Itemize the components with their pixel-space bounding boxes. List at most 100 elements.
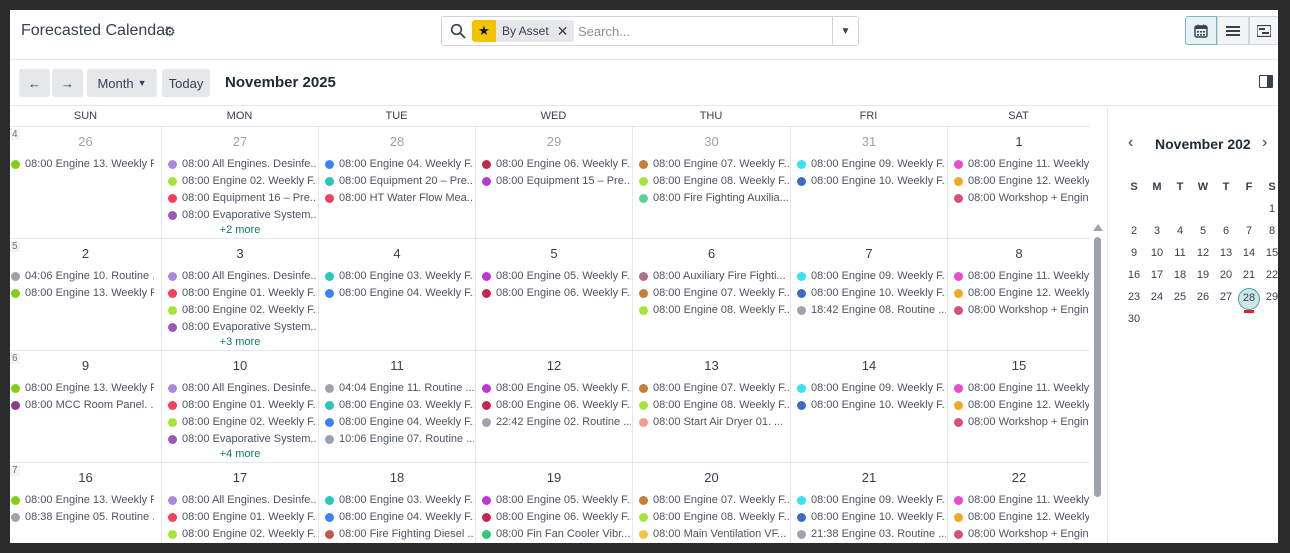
calendar-event[interactable]: 08:00 All Engines. Desinfe... (168, 492, 317, 508)
day-number[interactable]: 1 (948, 134, 1090, 149)
calendar-event[interactable]: 08:00 Evaporative System.... (168, 319, 317, 335)
calendar-event[interactable]: 08:00 Equipment 20 – Pre... (325, 173, 474, 189)
mini-day[interactable]: 11 (1170, 247, 1190, 259)
mini-day[interactable]: 26 (1193, 291, 1213, 303)
calendar-event[interactable]: 08:00 Engine 02. Weekly F... (168, 414, 317, 430)
mini-day[interactable]: 2 (1124, 225, 1144, 237)
more-events-link[interactable]: +4 more (162, 448, 318, 460)
day-cell[interactable]: 19 08:00 Engine 05. Weekly F... 08:00 Engi… (475, 463, 632, 543)
day-cell[interactable]: 26 08:00 Engine 13. Weekly F... (10, 127, 161, 239)
calendar-event[interactable]: 08:00 Engine 06. Weekly F... (482, 156, 631, 172)
more-events-link[interactable]: +3 more (162, 336, 318, 348)
calendar-event[interactable]: 08:00 Engine 10. Weekly F... (797, 285, 946, 301)
day-cell[interactable]: 20 08:00 Engine 07. Weekly F... 08:00 Engi… (632, 463, 790, 543)
day-number[interactable]: 29 (476, 134, 632, 149)
calendar-event[interactable]: 08:00 Engine 12. Weekly F (954, 397, 1089, 413)
view-gantt-button[interactable] (1249, 16, 1278, 45)
day-cell[interactable]: 7 08:00 Engine 09. Weekly F... 08:00 Engin… (790, 239, 947, 351)
day-number[interactable]: 6 (633, 246, 790, 261)
calendar-event[interactable]: 08:00 Engine 06. Weekly F... (482, 397, 631, 413)
calendar-event[interactable]: 08:00 Engine 05. Weekly F... (482, 380, 631, 396)
calendar-event[interactable]: 08:00 HT Water Flow Mea... (325, 190, 474, 206)
calendar-event[interactable]: 08:00 Workshop + Engine (954, 302, 1089, 318)
calendar-event[interactable]: 08:00 Engine 07. Weekly F... (639, 285, 789, 301)
calendar-event[interactable]: 08:00 Engine 09. Weekly F... (797, 156, 946, 172)
day-cell[interactable]: 9 08:00 Engine 13. Weekly F... 08:00 MCC R… (10, 351, 161, 463)
day-number[interactable]: 20 (633, 470, 790, 485)
day-number[interactable]: 30 (633, 134, 790, 149)
calendar-event[interactable]: 18:42 Engine 08. Routine ... (797, 302, 946, 318)
calendar-event[interactable]: 08:00 Engine 02. Weekly F... (168, 173, 317, 189)
calendar-event[interactable]: 08:00 Engine 13. Weekly F... (11, 285, 154, 301)
mini-day[interactable]: 24 (1147, 291, 1167, 303)
calendar-event[interactable]: 08:00 Engine 08. Weekly F... (639, 397, 789, 413)
mini-day[interactable]: 13 (1216, 247, 1236, 259)
mini-day[interactable]: 19 (1193, 269, 1213, 281)
mini-day[interactable]: 20 (1216, 269, 1236, 281)
calendar-event[interactable]: 08:00 Engine 01. Weekly F... (168, 509, 317, 525)
calendar-event[interactable]: 08:00 Engine 12. Weekly F (954, 173, 1089, 189)
day-cell[interactable]: 17 08:00 All Engines. Desinfe... 08:00 Eng… (161, 463, 318, 543)
calendar-event[interactable]: 08:00 Engine 05. Weekly F... (482, 492, 631, 508)
calendar-event[interactable]: 08:00 Engine 03. Weekly F... (325, 268, 474, 284)
scroll-up-icon[interactable] (1093, 224, 1103, 231)
day-cell[interactable]: 15 08:00 Engine 11. Weekly F 08:00 Engine … (947, 351, 1090, 463)
day-cell[interactable]: 21 08:00 Engine 09. Weekly F... 08:00 Engi… (790, 463, 947, 543)
mini-day[interactable]: 16 (1124, 269, 1144, 281)
search-options-toggle[interactable]: ▼ (832, 17, 858, 45)
mini-day[interactable]: 8 (1262, 225, 1278, 237)
scrollbar[interactable] (1094, 237, 1101, 497)
calendar-event[interactable]: 08:00 Workshop + Engine (954, 526, 1089, 542)
close-icon[interactable]: ✕ (557, 20, 569, 42)
calendar-event[interactable]: 08:00 Engine 04. Weekly F... (325, 285, 474, 301)
day-number[interactable]: 8 (948, 246, 1090, 261)
calendar-event[interactable]: 08:00 Engine 08. Weekly F... (639, 173, 789, 189)
mini-day[interactable]: 21 (1239, 269, 1259, 281)
day-cell[interactable]: 29 08:00 Engine 06. Weekly F... 08:00 Equi… (475, 127, 632, 239)
day-cell[interactable]: 3 08:00 All Engines. Desinfe... 08:00 Engi… (161, 239, 318, 351)
calendar-event[interactable]: 08:00 Engine 10. Weekly F... (797, 397, 946, 413)
mini-day[interactable]: 25 (1170, 291, 1190, 303)
calendar-event[interactable]: 08:00 Fire Fighting Auxilia... (639, 190, 789, 206)
prev-period-button[interactable]: ← (19, 69, 50, 97)
calendar-event[interactable]: 08:00 Engine 04. Weekly F... (325, 156, 474, 172)
day-cell[interactable]: 27 08:00 All Engines. Desinfe... 08:00 Eng… (161, 127, 318, 239)
mini-day[interactable]: 17 (1147, 269, 1167, 281)
mini-day[interactable]: 28 (1238, 288, 1260, 310)
day-number[interactable]: 18 (319, 470, 475, 485)
day-number[interactable]: 3 (162, 246, 318, 261)
calendar-event[interactable]: 08:00 Workshop + Engine (954, 190, 1089, 206)
mini-day[interactable]: 27 (1216, 291, 1236, 303)
mini-day[interactable]: 23 (1124, 291, 1144, 303)
day-cell[interactable]: 2 04:06 Engine 10. Routine ... 08:00 Engin… (10, 239, 161, 351)
calendar-event[interactable]: 08:00 Engine 06. Weekly F... (482, 285, 631, 301)
calendar-event[interactable]: 08:00 Fin Fan Cooler Vibr... (482, 526, 631, 542)
calendar-event[interactable]: 08:00 Engine 11. Weekly F (954, 380, 1089, 396)
day-number[interactable]: 22 (948, 470, 1090, 485)
today-button[interactable]: Today (162, 69, 210, 97)
day-number[interactable]: 12 (476, 358, 632, 373)
mini-day[interactable]: 3 (1147, 225, 1167, 237)
day-cell[interactable]: 5 08:00 Engine 05. Weekly F... 08:00 Engin… (475, 239, 632, 351)
search-bar[interactable]: ★ By Asset ✕ ▼ (441, 16, 859, 46)
mini-day[interactable]: 22 (1262, 269, 1278, 281)
calendar-event[interactable]: 08:00 Engine 01. Weekly F... (168, 397, 317, 413)
calendar-event[interactable]: 08:00 Start Air Dryer 01. ... (639, 414, 789, 430)
calendar-event[interactable]: 08:00 Evaporative System.... (168, 207, 317, 223)
calendar-event[interactable]: 08:00 Fire Fighting Diesel ... (325, 526, 474, 542)
mini-day[interactable]: 12 (1193, 247, 1213, 259)
day-cell[interactable]: 4 08:00 Engine 03. Weekly F... 08:00 Engin… (318, 239, 475, 351)
calendar-event[interactable]: 08:00 Engine 02. Weekly F... (168, 526, 317, 542)
mini-day[interactable]: 14 (1239, 247, 1259, 259)
calendar-event[interactable]: 08:00 Engine 01. Weekly F... (168, 285, 317, 301)
mini-day[interactable]: 30 (1124, 313, 1144, 325)
calendar-event[interactable]: 08:00 Workshop + Engine (954, 414, 1089, 430)
day-number[interactable]: 7 (791, 246, 947, 261)
calendar-event[interactable]: 08:00 Engine 03. Weekly F... (325, 397, 474, 413)
mini-day[interactable]: 29 (1262, 291, 1278, 303)
calendar-event[interactable]: 08:00 Engine 13. Weekly F... (11, 156, 154, 172)
calendar-event[interactable]: 08:00 Engine 08. Weekly F... (639, 509, 789, 525)
day-cell[interactable]: 8 08:00 Engine 11. Weekly F 08:00 Engine 1… (947, 239, 1090, 351)
mini-day[interactable]: 6 (1216, 225, 1236, 237)
mini-day[interactable]: 4 (1170, 225, 1190, 237)
